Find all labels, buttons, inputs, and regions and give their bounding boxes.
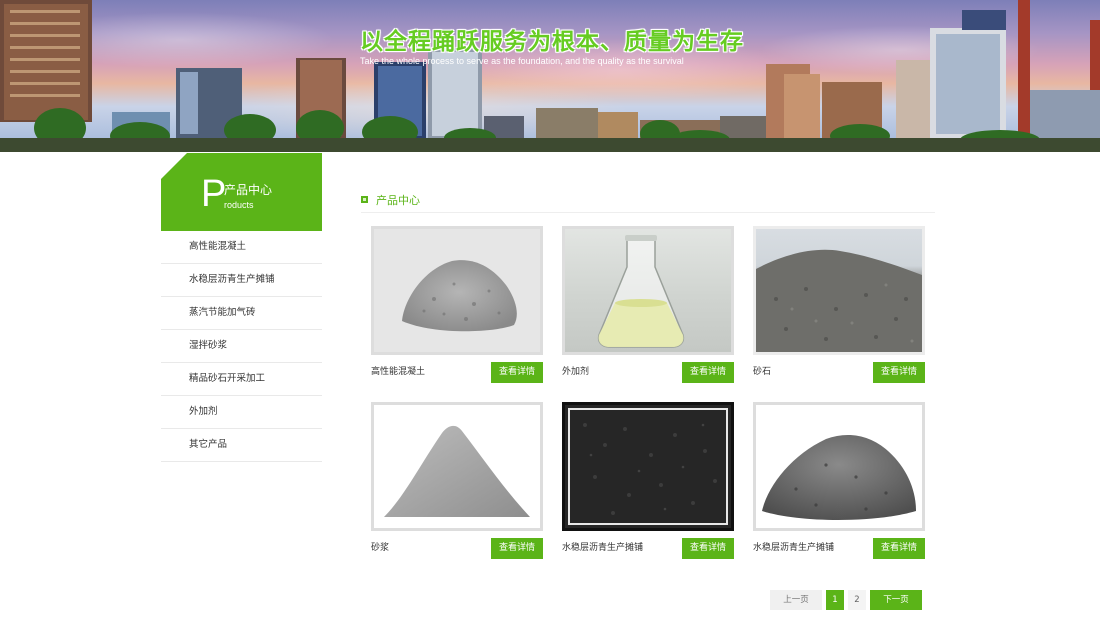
sidebar-item-wet-mortar[interactable]: 湿拌砂浆 xyxy=(161,330,322,363)
page-2-button[interactable]: 2 xyxy=(848,590,866,610)
product-image[interactable] xyxy=(562,226,734,355)
sidebar-header-title: 产品中心 xyxy=(224,183,273,197)
sidebar-item-aerated-brick[interactable]: 蒸汽节能加气砖 xyxy=(161,297,322,330)
product-name[interactable]: 砂石 xyxy=(753,363,771,381)
product-card: 外加剂 查看详情 xyxy=(562,226,734,386)
product-name[interactable]: 外加剂 xyxy=(562,363,589,381)
view-details-button[interactable]: 查看详情 xyxy=(491,362,543,383)
section-bullet-icon xyxy=(361,196,368,203)
page-1-button[interactable]: 1 xyxy=(826,590,844,610)
banner-slogan-english: Take the whole process to serve as the f… xyxy=(360,56,684,66)
flask-icon xyxy=(597,235,685,348)
pagination: 上一页 1 2 下一页 xyxy=(0,590,1100,610)
product-name[interactable]: 高性能混凝土 xyxy=(371,363,425,381)
view-details-button[interactable]: 查看详情 xyxy=(873,362,925,383)
mortar-pile-icon xyxy=(384,425,530,517)
product-card: 砂浆 查看详情 xyxy=(371,402,543,562)
product-image[interactable] xyxy=(371,226,543,355)
asphalt-texture-icon xyxy=(568,408,728,525)
product-card: 水稳层沥青生产摊铺 查看详情 xyxy=(753,402,925,562)
product-image[interactable] xyxy=(562,402,734,531)
product-name[interactable]: 砂浆 xyxy=(371,539,389,557)
view-details-button[interactable]: 查看详情 xyxy=(682,362,734,383)
section-header: 产品中心 xyxy=(361,190,935,213)
next-page-button[interactable]: 下一页 xyxy=(870,590,922,610)
product-card: 砂石 查看详情 xyxy=(753,226,925,386)
sidebar-header: P 产品中心 roducts xyxy=(161,153,322,231)
sidebar-item-high-performance-concrete[interactable]: 高性能混凝土 xyxy=(161,231,322,264)
sidebar: P 产品中心 roducts 高性能混凝土 水稳层沥青生产摊铺 蒸汽节能加气砖 … xyxy=(161,153,322,462)
view-details-button[interactable]: 查看详情 xyxy=(682,538,734,559)
sidebar-header-letter: P xyxy=(201,173,227,215)
view-details-button[interactable]: 查看详情 xyxy=(491,538,543,559)
product-image[interactable] xyxy=(371,402,543,531)
concrete-pile-icon xyxy=(402,260,517,332)
gravel-pile-icon xyxy=(756,249,922,352)
product-card: 高性能混凝土 查看详情 xyxy=(371,226,543,386)
product-section: 产品中心 xyxy=(361,190,935,213)
section-title: 产品中心 xyxy=(376,194,420,207)
product-name[interactable]: 水稳层沥青生产摊铺 xyxy=(562,539,643,557)
product-name[interactable]: 水稳层沥青生产摊铺 xyxy=(753,539,834,557)
sidebar-header-subtitle: roducts xyxy=(224,200,254,210)
hero-banner: 以全程踊跃服务为根本、质量为生存 Take the whole process … xyxy=(0,0,1100,152)
product-image[interactable] xyxy=(753,226,925,355)
view-details-button[interactable]: 查看详情 xyxy=(873,538,925,559)
sidebar-item-additive[interactable]: 外加剂 xyxy=(161,396,322,429)
grit-pile-icon xyxy=(762,435,916,520)
product-image[interactable] xyxy=(753,402,925,531)
product-card: 水稳层沥青生产摊铺 查看详情 xyxy=(562,402,734,562)
prev-page-button[interactable]: 上一页 xyxy=(770,590,822,610)
sidebar-menu: 高性能混凝土 水稳层沥青生产摊铺 蒸汽节能加气砖 湿拌砂浆 精品砂石开采加工 外… xyxy=(161,231,322,462)
banner-slogan: 以全程踊跃服务为根本、质量为生存 xyxy=(360,29,744,55)
sidebar-item-sand-gravel[interactable]: 精品砂石开采加工 xyxy=(161,363,322,396)
sidebar-item-asphalt-paving[interactable]: 水稳层沥青生产摊铺 xyxy=(161,264,322,297)
sidebar-item-other-products[interactable]: 其它产品 xyxy=(161,429,322,462)
